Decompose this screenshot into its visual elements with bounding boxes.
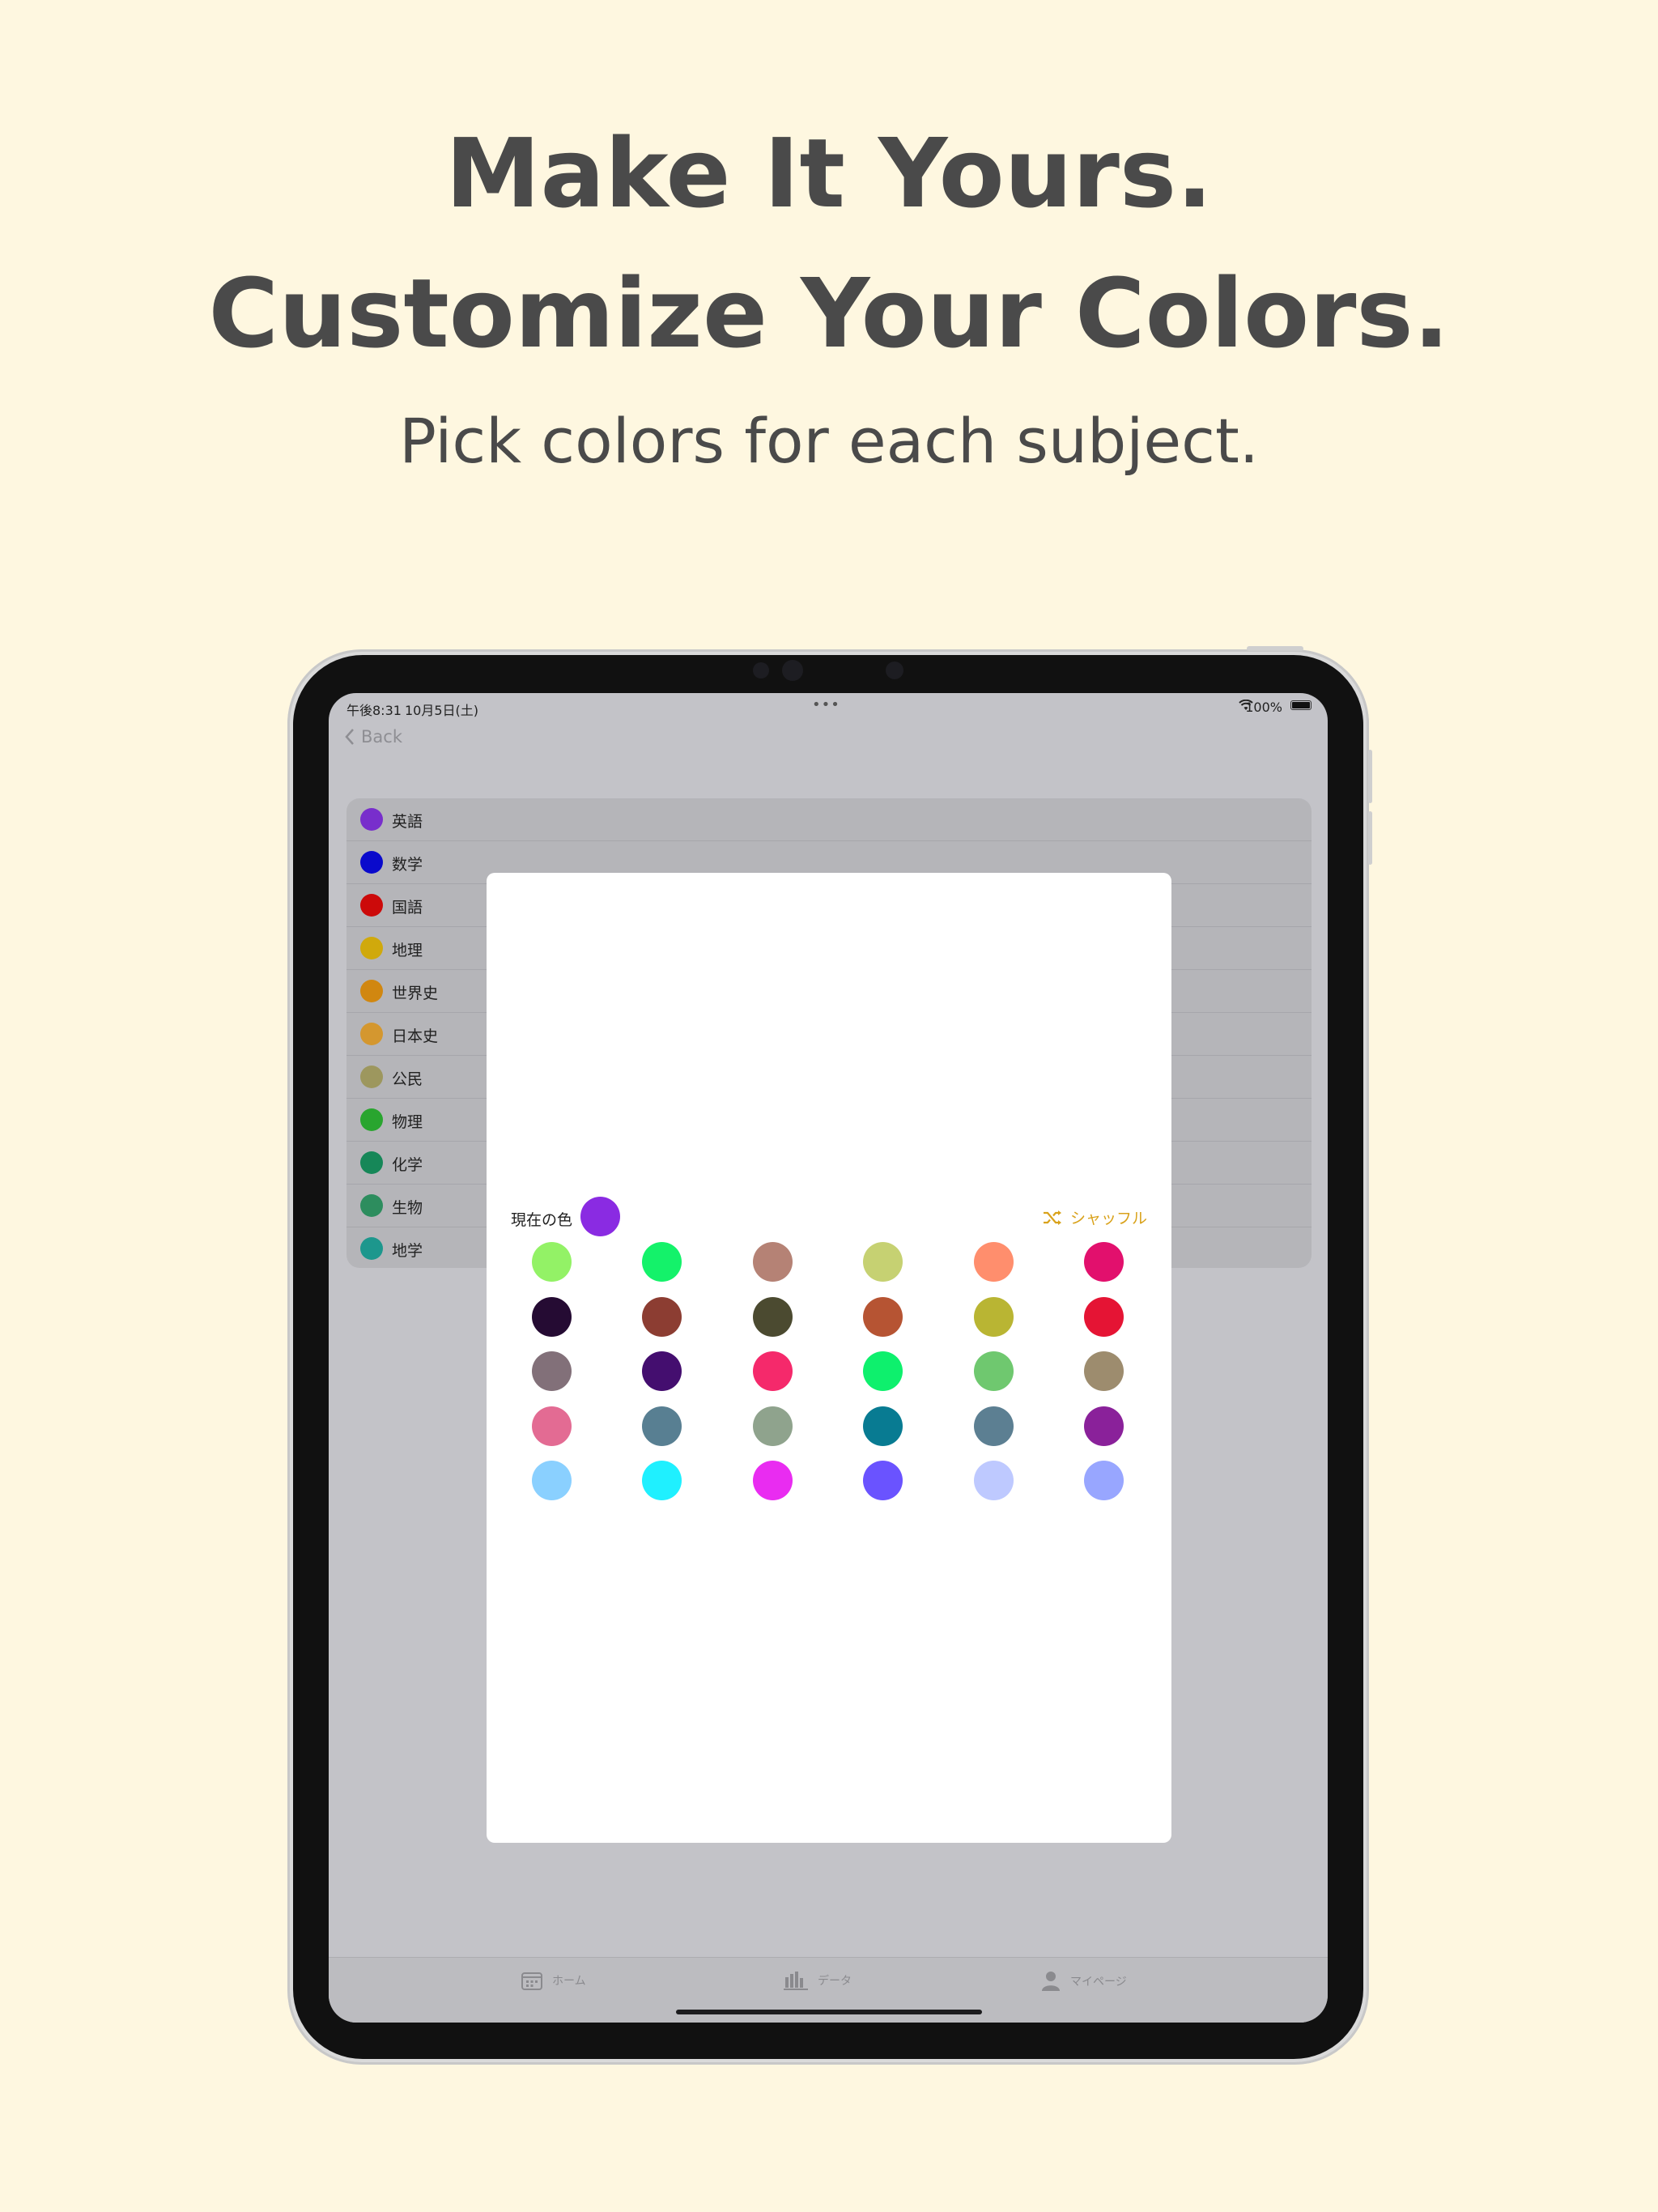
battery-icon: [1290, 700, 1312, 710]
status-date: 10月5日(土): [405, 703, 479, 718]
color-swatch[interactable]: [974, 1242, 1014, 1282]
color-swatch[interactable]: [753, 1406, 793, 1446]
subject-label: 生物: [392, 1199, 423, 1217]
color-swatch[interactable]: [974, 1406, 1014, 1446]
multitasking-dots-icon[interactable]: •••: [812, 696, 840, 713]
top-button: [1247, 646, 1303, 651]
home-indicator[interactable]: [676, 2010, 982, 2014]
subject-color-dot: [360, 980, 383, 1002]
promo-headline-line1: Make It Yours.: [445, 117, 1213, 229]
color-swatch[interactable]: [974, 1461, 1014, 1500]
color-swatch[interactable]: [532, 1297, 572, 1337]
status-time: 午後8:31: [346, 703, 402, 718]
subject-label: 化学: [392, 1156, 423, 1174]
color-swatch[interactable]: [642, 1461, 682, 1500]
subject-label: 数学: [392, 856, 423, 874]
chart-icon: [784, 1972, 808, 1990]
color-swatch[interactable]: [642, 1297, 682, 1337]
subject-color-dot: [360, 937, 383, 959]
subject-label: 国語: [392, 899, 423, 917]
color-swatch[interactable]: [863, 1351, 903, 1391]
color-swatch[interactable]: [1084, 1297, 1124, 1337]
color-swatch[interactable]: [1084, 1242, 1124, 1282]
calendar-icon: [521, 1972, 542, 1990]
subject-color-dot: [360, 1108, 383, 1131]
color-swatch[interactable]: [532, 1461, 572, 1500]
current-color-swatch: [580, 1197, 620, 1236]
camera-lens: [782, 660, 803, 681]
shuffle-icon: [1043, 1210, 1061, 1225]
color-swatch[interactable]: [532, 1351, 572, 1391]
shuffle-label: シャッフル: [1069, 1210, 1147, 1227]
back-button[interactable]: Back: [345, 727, 402, 747]
tab-home-label: ホーム: [552, 1975, 586, 1988]
color-swatch[interactable]: [753, 1297, 793, 1337]
tab-data[interactable]: データ: [784, 1971, 852, 1990]
tab-data-label: データ: [818, 1975, 852, 1988]
current-color-label: 現在の色: [511, 1211, 573, 1229]
color-swatch[interactable]: [642, 1351, 682, 1391]
color-swatch[interactable]: [863, 1461, 903, 1500]
wifi-icon: [1239, 699, 1253, 714]
back-label: Back: [361, 727, 402, 747]
volume-down-button: [1368, 811, 1372, 865]
color-swatch[interactable]: [753, 1242, 793, 1282]
color-swatch[interactable]: [532, 1406, 572, 1446]
subject-color-dot: [360, 851, 383, 874]
color-swatch[interactable]: [532, 1242, 572, 1282]
color-swatch[interactable]: [1084, 1351, 1124, 1391]
subject-color-dot: [360, 894, 383, 917]
color-swatch[interactable]: [753, 1351, 793, 1391]
color-swatch[interactable]: [863, 1242, 903, 1282]
camera-dot-right: [886, 661, 903, 679]
color-swatch[interactable]: [1084, 1406, 1124, 1446]
subject-color-dot: [360, 1194, 383, 1217]
color-swatch[interactable]: [642, 1406, 682, 1446]
person-icon: [1042, 1972, 1060, 1991]
chevron-left-icon: [345, 729, 354, 745]
color-picker-modal: 現在の色 シャッフル: [487, 873, 1171, 1843]
subject-color-dot: [360, 1237, 383, 1260]
promo-headline-line2: Customize Your Colors.: [208, 257, 1450, 369]
subject-color-dot: [360, 808, 383, 831]
shuffle-button[interactable]: シャッフル: [1043, 1206, 1147, 1228]
camera-dot-left: [753, 662, 769, 678]
subject-label: 世界史: [392, 985, 439, 1002]
color-swatch[interactable]: [642, 1242, 682, 1282]
subject-label: 公民: [392, 1070, 423, 1088]
tab-mypage-label: マイページ: [1070, 1976, 1127, 1989]
subject-color-dot: [360, 1151, 383, 1174]
subject-label: 地理: [392, 942, 423, 959]
subject-label: 英語: [392, 813, 423, 831]
color-swatch[interactable]: [974, 1351, 1014, 1391]
subject-label: 日本史: [392, 1027, 439, 1045]
subject-row[interactable]: 英語: [346, 798, 1312, 841]
color-swatch[interactable]: [1084, 1461, 1124, 1500]
tab-home[interactable]: ホーム: [521, 1971, 586, 1990]
color-swatch[interactable]: [863, 1406, 903, 1446]
subject-color-dot: [360, 1023, 383, 1045]
color-swatch[interactable]: [753, 1461, 793, 1500]
tab-mypage[interactable]: マイページ: [1041, 1971, 1127, 1992]
color-swatch[interactable]: [974, 1297, 1014, 1337]
subject-label: 地学: [392, 1242, 423, 1260]
subject-color-dot: [360, 1066, 383, 1088]
volume-up-button: [1368, 750, 1372, 803]
promo-subtitle: Pick colors for each subject.: [399, 405, 1259, 477]
subject-label: 物理: [392, 1113, 423, 1131]
color-swatch[interactable]: [863, 1297, 903, 1337]
